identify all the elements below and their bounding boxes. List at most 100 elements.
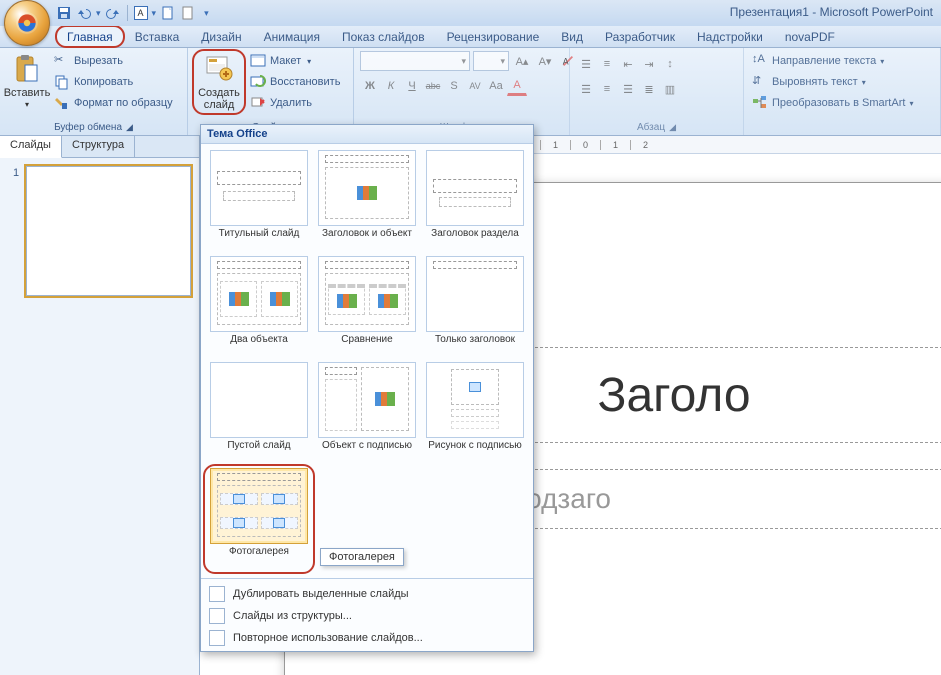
tab-view[interactable]: Вид (550, 26, 594, 47)
columns-icon[interactable]: ▥ (660, 79, 680, 99)
tab-developer[interactable]: Разработчик (594, 26, 686, 47)
font-size-combo[interactable] (473, 51, 509, 71)
menu-slides-from-outline[interactable]: Слайды из структуры... (201, 605, 533, 627)
save-icon[interactable] (56, 5, 72, 21)
group-slides: Создать слайд Макет▾ Восстановить Удалит… (188, 48, 354, 135)
qat-new-icon[interactable] (160, 5, 176, 21)
group-paragraph: ☰ ≡ ⇤ ⇥ ↕ ☰ ≡ ☰ ≣ ▥ Абзац ◢ (570, 48, 744, 135)
window-title: Презентация1 - Microsoft PowerPoint (730, 5, 933, 19)
thumbnail-tabs: Слайды Структура (0, 136, 199, 158)
align-left-icon[interactable]: ☰ (576, 79, 596, 99)
slide-thumbnails-pane: Слайды Структура 1 (0, 136, 200, 675)
group-textdir: ↕AНаправление текста▾ ⇵Выровнять текст▾ … (744, 48, 941, 135)
gallery-header: Тема Office (201, 125, 533, 144)
layout-picture-caption[interactable]: Рисунок с подписью (423, 362, 527, 464)
line-spacing-icon[interactable]: ↕ (660, 54, 680, 74)
reuse-icon (209, 630, 225, 646)
font-name-combo[interactable] (360, 51, 470, 71)
bullets-icon[interactable]: ☰ (576, 54, 596, 74)
align-text-button[interactable]: ⇵Выровнять текст▾ (750, 72, 915, 92)
format-painter-button[interactable]: Формат по образцу (52, 93, 175, 113)
reset-button[interactable]: Восстановить (248, 72, 342, 92)
tab-home[interactable]: Главная (56, 26, 124, 47)
ribbon-tabs: Главная Вставка Дизайн Анимация Показ сл… (0, 26, 941, 48)
menu-duplicate-slides[interactable]: Дублировать выделенные слайды (201, 583, 533, 605)
layout-section-header[interactable]: Заголовок раздела (423, 150, 527, 252)
scissors-icon: ✂ (54, 53, 70, 69)
new-slide-label: Создать слайд (198, 87, 240, 111)
qat-font-icon[interactable]: A (134, 6, 148, 20)
convert-smartart-button[interactable]: Преобразовать в SmartArt▾ (750, 93, 915, 113)
change-case-button[interactable]: Aa (486, 76, 506, 96)
cut-button[interactable]: ✂Вырезать (52, 51, 175, 71)
new-slide-button[interactable]: Создать слайд (194, 51, 244, 113)
layout-title-content[interactable]: Заголовок и объект (315, 150, 419, 252)
new-slide-icon (203, 53, 235, 85)
tab-slides-thumbs[interactable]: Слайды (0, 136, 62, 158)
layout-icon (250, 53, 266, 69)
delete-icon (250, 95, 266, 111)
outline-icon (209, 608, 225, 624)
menu-reuse-slides[interactable]: Повторное использование слайдов... (201, 627, 533, 649)
paste-button[interactable]: Вставить ▾ (6, 51, 48, 112)
paste-icon (11, 53, 43, 85)
layout-tooltip: Фотогалерея (320, 548, 404, 566)
paste-label: Вставить (4, 87, 51, 99)
new-slide-gallery: Тема Office Титульный слайд Заголовок и … (200, 124, 534, 652)
layout-two-content[interactable]: Два объекта (207, 256, 311, 358)
tab-outline[interactable]: Структура (62, 136, 135, 157)
tab-design[interactable]: Дизайн (190, 26, 252, 47)
copy-button[interactable]: Копировать (52, 72, 175, 92)
undo-icon[interactable] (76, 5, 92, 21)
strike-button[interactable]: abc (423, 76, 443, 96)
layout-content-caption[interactable]: Объект с подписью (315, 362, 419, 464)
office-button[interactable] (4, 0, 50, 46)
ribbon: Вставить ▾ ✂Вырезать Копировать Формат п… (0, 48, 941, 136)
clipboard-launcher-icon[interactable]: ◢ (126, 122, 133, 133)
group-paragraph-title: Абзац (637, 122, 665, 133)
redo-icon[interactable] (105, 5, 121, 21)
justify-icon[interactable]: ≣ (639, 79, 659, 99)
align-right-icon[interactable]: ☰ (618, 79, 638, 99)
group-font: A▴ A▾ A Ж К Ч abc S AV Aa A Шрифт◢ (354, 48, 570, 135)
tab-addins[interactable]: Надстройки (686, 26, 774, 47)
layout-photogallery[interactable]: Фотогалерея (207, 468, 311, 570)
svg-text:A: A (563, 57, 569, 67)
tab-review[interactable]: Рецензирование (436, 26, 551, 47)
text-direction-button[interactable]: ↕AНаправление текста▾ (750, 51, 915, 71)
font-color-button[interactable]: A (507, 76, 527, 96)
qat-font-dropdown-icon[interactable]: ▾ (152, 8, 157, 19)
shadow-button[interactable]: S (444, 76, 464, 96)
layout-comparison[interactable]: Сравнение (315, 256, 419, 358)
duplicate-icon (209, 586, 225, 602)
undo-dropdown-icon[interactable]: ▾ (96, 8, 101, 19)
slide-number: 1 (13, 167, 19, 179)
layout-title-slide[interactable]: Титульный слайд (207, 150, 311, 252)
delete-button[interactable]: Удалить (248, 93, 342, 113)
qat-customize-icon[interactable]: ▾ (204, 8, 209, 19)
grow-font-icon[interactable]: A▴ (512, 51, 532, 71)
tab-slideshow[interactable]: Показ слайдов (331, 26, 436, 47)
gallery-bottom-menu: Дублировать выделенные слайды Слайды из … (201, 581, 533, 651)
align-text-icon: ⇵ (752, 74, 768, 90)
tab-novapdf[interactable]: novaPDF (774, 26, 846, 47)
align-center-icon[interactable]: ≡ (597, 79, 617, 99)
shrink-font-icon[interactable]: A▾ (535, 51, 555, 71)
char-spacing-button[interactable]: AV (465, 76, 485, 96)
paragraph-launcher-icon[interactable]: ◢ (669, 122, 676, 133)
layout-title-only[interactable]: Только заголовок (423, 256, 527, 358)
italic-button[interactable]: К (381, 76, 401, 96)
layout-button[interactable]: Макет▾ (248, 51, 342, 71)
tab-animation[interactable]: Анимация (253, 26, 331, 47)
bold-button[interactable]: Ж (360, 76, 380, 96)
group-clipboard: Вставить ▾ ✂Вырезать Копировать Формат п… (0, 48, 188, 135)
underline-button[interactable]: Ч (402, 76, 422, 96)
layout-blank[interactable]: Пустой слайд (207, 362, 311, 464)
qat-open-icon[interactable] (180, 5, 196, 21)
outdent-icon[interactable]: ⇤ (618, 54, 638, 74)
indent-icon[interactable]: ⇥ (639, 54, 659, 74)
tab-insert[interactable]: Вставка (124, 26, 191, 47)
slide-thumbnail-1[interactable]: 1 (26, 166, 191, 296)
numbering-icon[interactable]: ≡ (597, 54, 617, 74)
copy-icon (54, 74, 70, 90)
